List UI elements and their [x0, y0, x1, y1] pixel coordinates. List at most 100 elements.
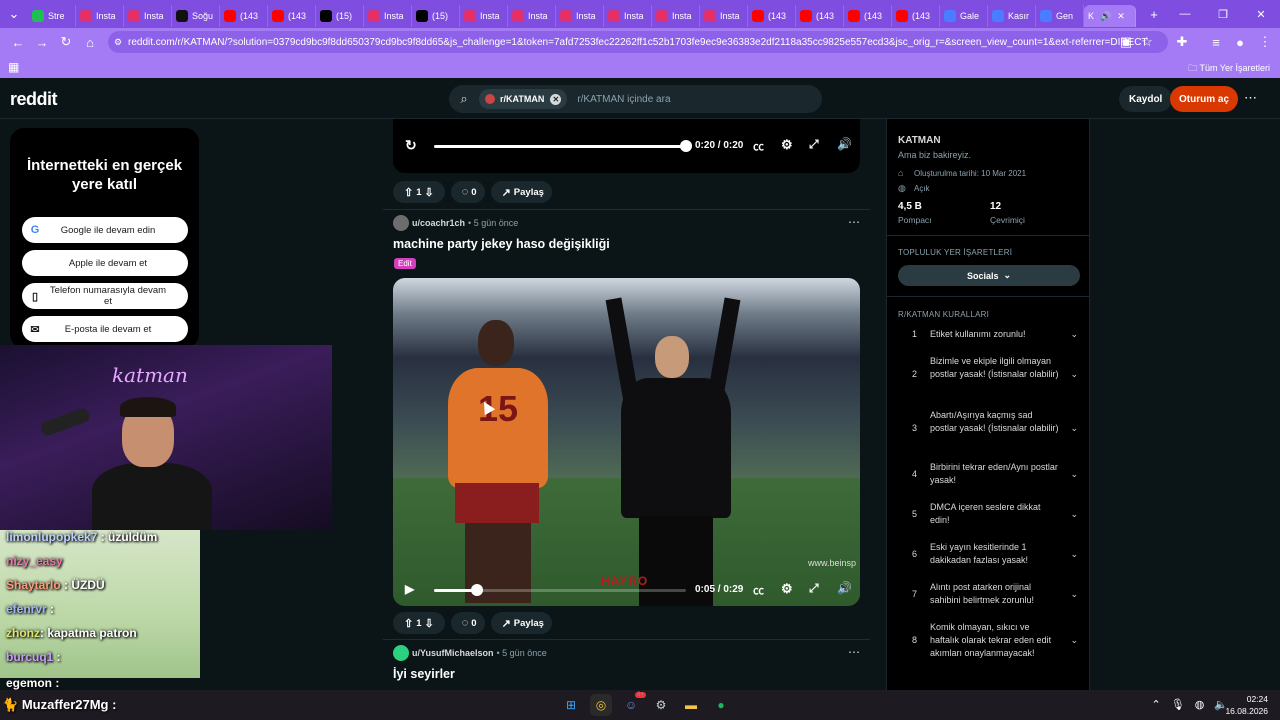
chip-clear-icon[interactable]: ✕: [550, 93, 562, 105]
browser-tab[interactable]: (143: [748, 5, 796, 27]
rule-item[interactable]: 3 Abartı/Aşırıya kaçmış sad postlar yasak…: [898, 409, 1080, 449]
upvote-icon[interactable]: ⇧: [404, 186, 413, 199]
share-button[interactable]: ↗ Paylaş: [490, 612, 552, 634]
settings-gear-icon[interactable]: ⚙: [781, 137, 793, 153]
chevron-down-icon[interactable]: ⌄: [1070, 635, 1078, 646]
chevron-down-icon[interactable]: ⌄: [1070, 469, 1078, 480]
browser-tab[interactable]: Insta: [604, 5, 652, 27]
comments-button[interactable]: ◌ 0: [450, 181, 485, 203]
home-icon[interactable]: ⌂: [78, 30, 102, 54]
browser-tab[interactable]: Insta: [700, 5, 748, 27]
rule-item[interactable]: 4 Birbirini tekrar eden/Aynı postlar yasa…: [898, 461, 1080, 489]
tab-list-chevron-icon[interactable]: ⌄: [0, 2, 28, 26]
downvote-icon[interactable]: ⇩: [425, 617, 434, 630]
chevron-down-icon[interactable]: ⌄: [1070, 369, 1078, 380]
video-player-1[interactable]: ↻ 0:20 / 0:20 ㏄ ⚙ ⤢ 🔊: [393, 119, 860, 173]
video-progress-1[interactable]: [434, 145, 686, 148]
tab-active[interactable]: K 🔊 ✕: [1084, 5, 1136, 27]
browser-tab[interactable]: Insta: [556, 5, 604, 27]
browser-tab[interactable]: (15): [412, 5, 460, 27]
google-login-button[interactable]: G Google ile devam edin: [22, 217, 188, 243]
browser-tab[interactable]: Gen: [1036, 5, 1084, 27]
video-scrubber-2[interactable]: [470, 584, 483, 596]
clock[interactable]: 02:24 16.08.2026: [1225, 693, 1268, 717]
media-control-icon[interactable]: ≡: [1204, 30, 1228, 54]
browser-tab[interactable]: (143: [796, 5, 844, 27]
post-author[interactable]: u/YusufMichaelson: [412, 648, 494, 658]
rule-item[interactable]: 1 Etiket kullanımı zorunlu! ⌄: [898, 328, 1080, 342]
browser-tab[interactable]: Insta: [508, 5, 556, 27]
volume-icon[interactable]: 🔊: [837, 137, 852, 151]
browser-tab[interactable]: (143: [892, 5, 940, 27]
author-avatar[interactable]: [393, 215, 409, 231]
author-avatar[interactable]: [393, 645, 409, 661]
browser-tab[interactable]: Soğu: [172, 5, 220, 27]
search-bar[interactable]: ⌕ r/KATMAN ✕ r/KATMAN içinde ara: [449, 85, 822, 113]
fullscreen-icon[interactable]: ⤢: [809, 137, 819, 152]
site-info-icon[interactable]: ⚙: [114, 37, 122, 48]
post-options-icon[interactable]: ⋯: [848, 645, 860, 659]
file-explorer-icon[interactable]: ▬: [680, 694, 702, 716]
url-field[interactable]: ⚙ reddit.com/r/KATMAN/?solution=0379cd9b…: [108, 31, 1168, 53]
new-tab-icon[interactable]: +: [1142, 2, 1166, 26]
discord-icon[interactable]: ☺ 9+: [620, 692, 646, 716]
chevron-down-icon[interactable]: ⌄: [1070, 423, 1078, 434]
settings-gear-icon[interactable]: ⚙: [781, 581, 793, 597]
post-title[interactable]: İyi seyirler: [393, 667, 455, 681]
rule-item[interactable]: 5 DMCA içeren seslere dikkat edin! ⌄: [898, 501, 1080, 529]
share-button[interactable]: ↗ Paylaş: [490, 181, 552, 203]
signup-button[interactable]: Kaydol: [1119, 86, 1173, 112]
play-icon[interactable]: ▶: [405, 582, 414, 596]
post-options-icon[interactable]: ⋯: [848, 215, 860, 229]
rule-item[interactable]: 6 Eski yayın kesitlerinde 1 dakikadan faz…: [898, 541, 1080, 569]
extensions-icon[interactable]: ✚: [1170, 30, 1194, 54]
more-options-icon[interactable]: ⋯: [1244, 90, 1257, 106]
browser-tab[interactable]: Insta: [364, 5, 412, 27]
network-icon[interactable]: ◍: [1195, 698, 1205, 711]
browser-tab[interactable]: (15): [316, 5, 364, 27]
reddit-logo[interactable]: reddit: [10, 89, 58, 110]
chevron-down-icon[interactable]: ⌄: [1070, 329, 1078, 340]
replay-icon[interactable]: ↻: [405, 137, 417, 154]
video-scrubber-1[interactable]: [680, 140, 692, 152]
volume-icon[interactable]: 🔊: [837, 581, 852, 595]
chevron-down-icon[interactable]: ⌄: [1070, 509, 1078, 520]
comments-button[interactable]: ◌ 0: [450, 612, 485, 634]
windows-start-icon[interactable]: ⊞: [560, 694, 582, 716]
post-title[interactable]: machine party jekey haso değişikliği: [393, 237, 610, 251]
socials-dropdown[interactable]: Socials ⌄: [898, 265, 1080, 286]
rule-item[interactable]: 2 Bizimle ve ekiple ilgili olmayan postla…: [898, 355, 1080, 395]
email-login-button[interactable]: ✉ E-posta ile devam et: [22, 316, 188, 342]
downvote-icon[interactable]: ⇩: [425, 186, 434, 199]
search-input[interactable]: r/KATMAN içinde ara: [577, 94, 670, 105]
apple-login-button[interactable]: Apple ile devam et: [22, 250, 188, 276]
tray-chevron-icon[interactable]: ⌃: [1152, 698, 1161, 711]
browser-menu-icon[interactable]: ⋮: [1253, 30, 1277, 54]
browser-tab[interactable]: Insta: [76, 5, 124, 27]
restore-icon[interactable]: ❐: [1204, 0, 1242, 28]
microphone-icon[interactable]: 🎙: [1171, 698, 1185, 711]
phone-login-button[interactable]: ▯ Telefon numarasıyla devam et: [22, 283, 188, 309]
forward-icon[interactable]: →: [30, 30, 54, 54]
upvote-icon[interactable]: ⇧: [404, 617, 413, 630]
login-button[interactable]: Oturum aç: [1170, 86, 1239, 112]
browser-tab[interactable]: Kasır: [988, 5, 1036, 27]
browser-tab[interactable]: Insta: [460, 5, 508, 27]
chevron-down-icon[interactable]: ⌄: [1070, 549, 1078, 560]
all-bookmarks[interactable]: 🗀 Tüm Yer İşaretleri: [1188, 61, 1270, 77]
apps-grid-icon[interactable]: ▦: [8, 60, 19, 74]
browser-tab[interactable]: (143: [844, 5, 892, 27]
fullscreen-icon[interactable]: ⤢: [809, 581, 819, 596]
subreddit-chip[interactable]: r/KATMAN ✕: [479, 89, 568, 109]
spotify-icon[interactable]: ●: [710, 694, 732, 716]
browser-tab[interactable]: Insta: [124, 5, 172, 27]
browser-tab[interactable]: Insta: [652, 5, 700, 27]
captions-icon[interactable]: ㏄: [753, 582, 764, 598]
back-icon[interactable]: ←: [6, 30, 30, 54]
browser-tab[interactable]: (143: [220, 5, 268, 27]
reload-icon[interactable]: ↻: [54, 30, 78, 54]
minimize-icon[interactable]: —: [1166, 0, 1204, 28]
captions-icon[interactable]: ㏄: [753, 138, 764, 154]
chevron-down-icon[interactable]: ⌄: [1070, 589, 1078, 600]
video-player-2[interactable]: 15 HAYRO www.beinsp ▶ 0:05 / 0:29 ㏄ ⚙ ⤢ …: [393, 278, 860, 606]
